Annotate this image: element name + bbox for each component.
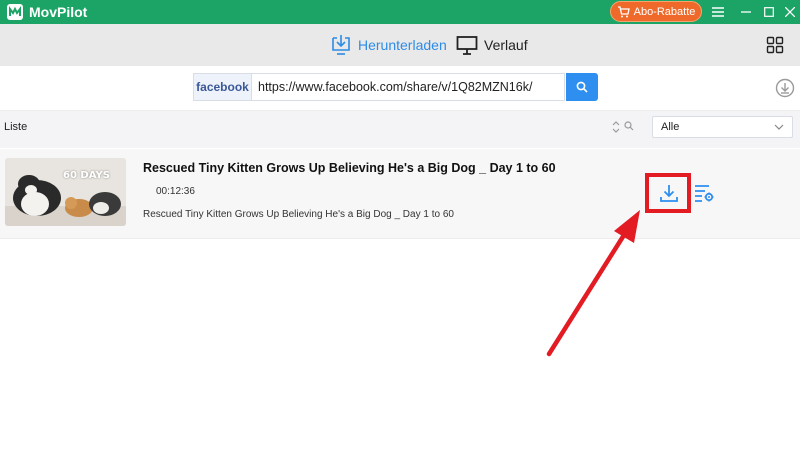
- search-button[interactable]: [566, 73, 598, 101]
- video-description: Rescued Tiny Kitten Grows Up Believing H…: [143, 209, 454, 220]
- highlight-box: [645, 173, 691, 213]
- search-icon: [576, 81, 588, 93]
- tab-bar: Herunterladen Verlauf: [0, 24, 800, 66]
- url-input[interactable]: [251, 73, 565, 101]
- tab-verlauf-label: Verlauf: [484, 37, 528, 53]
- tab-herunterladen-label: Herunterladen: [358, 37, 447, 53]
- tab-verlauf[interactable]: Verlauf: [456, 33, 528, 57]
- sort-icon[interactable]: [612, 121, 620, 133]
- promo-button[interactable]: Abo-Rabatte: [610, 1, 702, 22]
- movpilot-logo-icon: [7, 4, 23, 20]
- cart-icon: [617, 5, 630, 17]
- list-header: Liste Alle: [0, 110, 800, 148]
- monitor-icon: [456, 36, 478, 55]
- source-badge: facebook: [193, 73, 251, 101]
- download-monitor-icon: [332, 35, 350, 55]
- thumbnail-text: 60 DAYS: [63, 170, 110, 181]
- download-all-icon[interactable]: [775, 78, 795, 98]
- sort-search-tools: [612, 121, 634, 133]
- minimize-icon[interactable]: [736, 2, 756, 22]
- menu-icon[interactable]: [708, 2, 728, 22]
- maximize-icon[interactable]: [759, 2, 779, 22]
- video-title: Rescued Tiny Kitten Grows Up Believing H…: [143, 161, 556, 175]
- filter-select[interactable]: Alle: [652, 116, 793, 138]
- video-thumbnail[interactable]: 60 DAYS: [5, 158, 126, 226]
- search-icon[interactable]: [624, 121, 634, 131]
- tab-herunterladen[interactable]: Herunterladen: [330, 33, 447, 57]
- video-duration: 00:12:36: [156, 186, 195, 197]
- chevron-down-icon: [774, 124, 784, 130]
- grid-view-icon[interactable]: [766, 36, 784, 54]
- app-title: MovPilot: [29, 4, 88, 20]
- filter-value: Alle: [661, 121, 680, 133]
- search-row: facebook: [0, 66, 800, 110]
- promo-label: Abo-Rabatte: [633, 5, 696, 18]
- download-settings-button[interactable]: [694, 183, 716, 203]
- close-icon[interactable]: [780, 2, 800, 22]
- list-label: Liste: [4, 121, 28, 133]
- title-bar: MovPilot Abo-Rabatte: [0, 0, 800, 24]
- list-settings-icon: [695, 185, 714, 202]
